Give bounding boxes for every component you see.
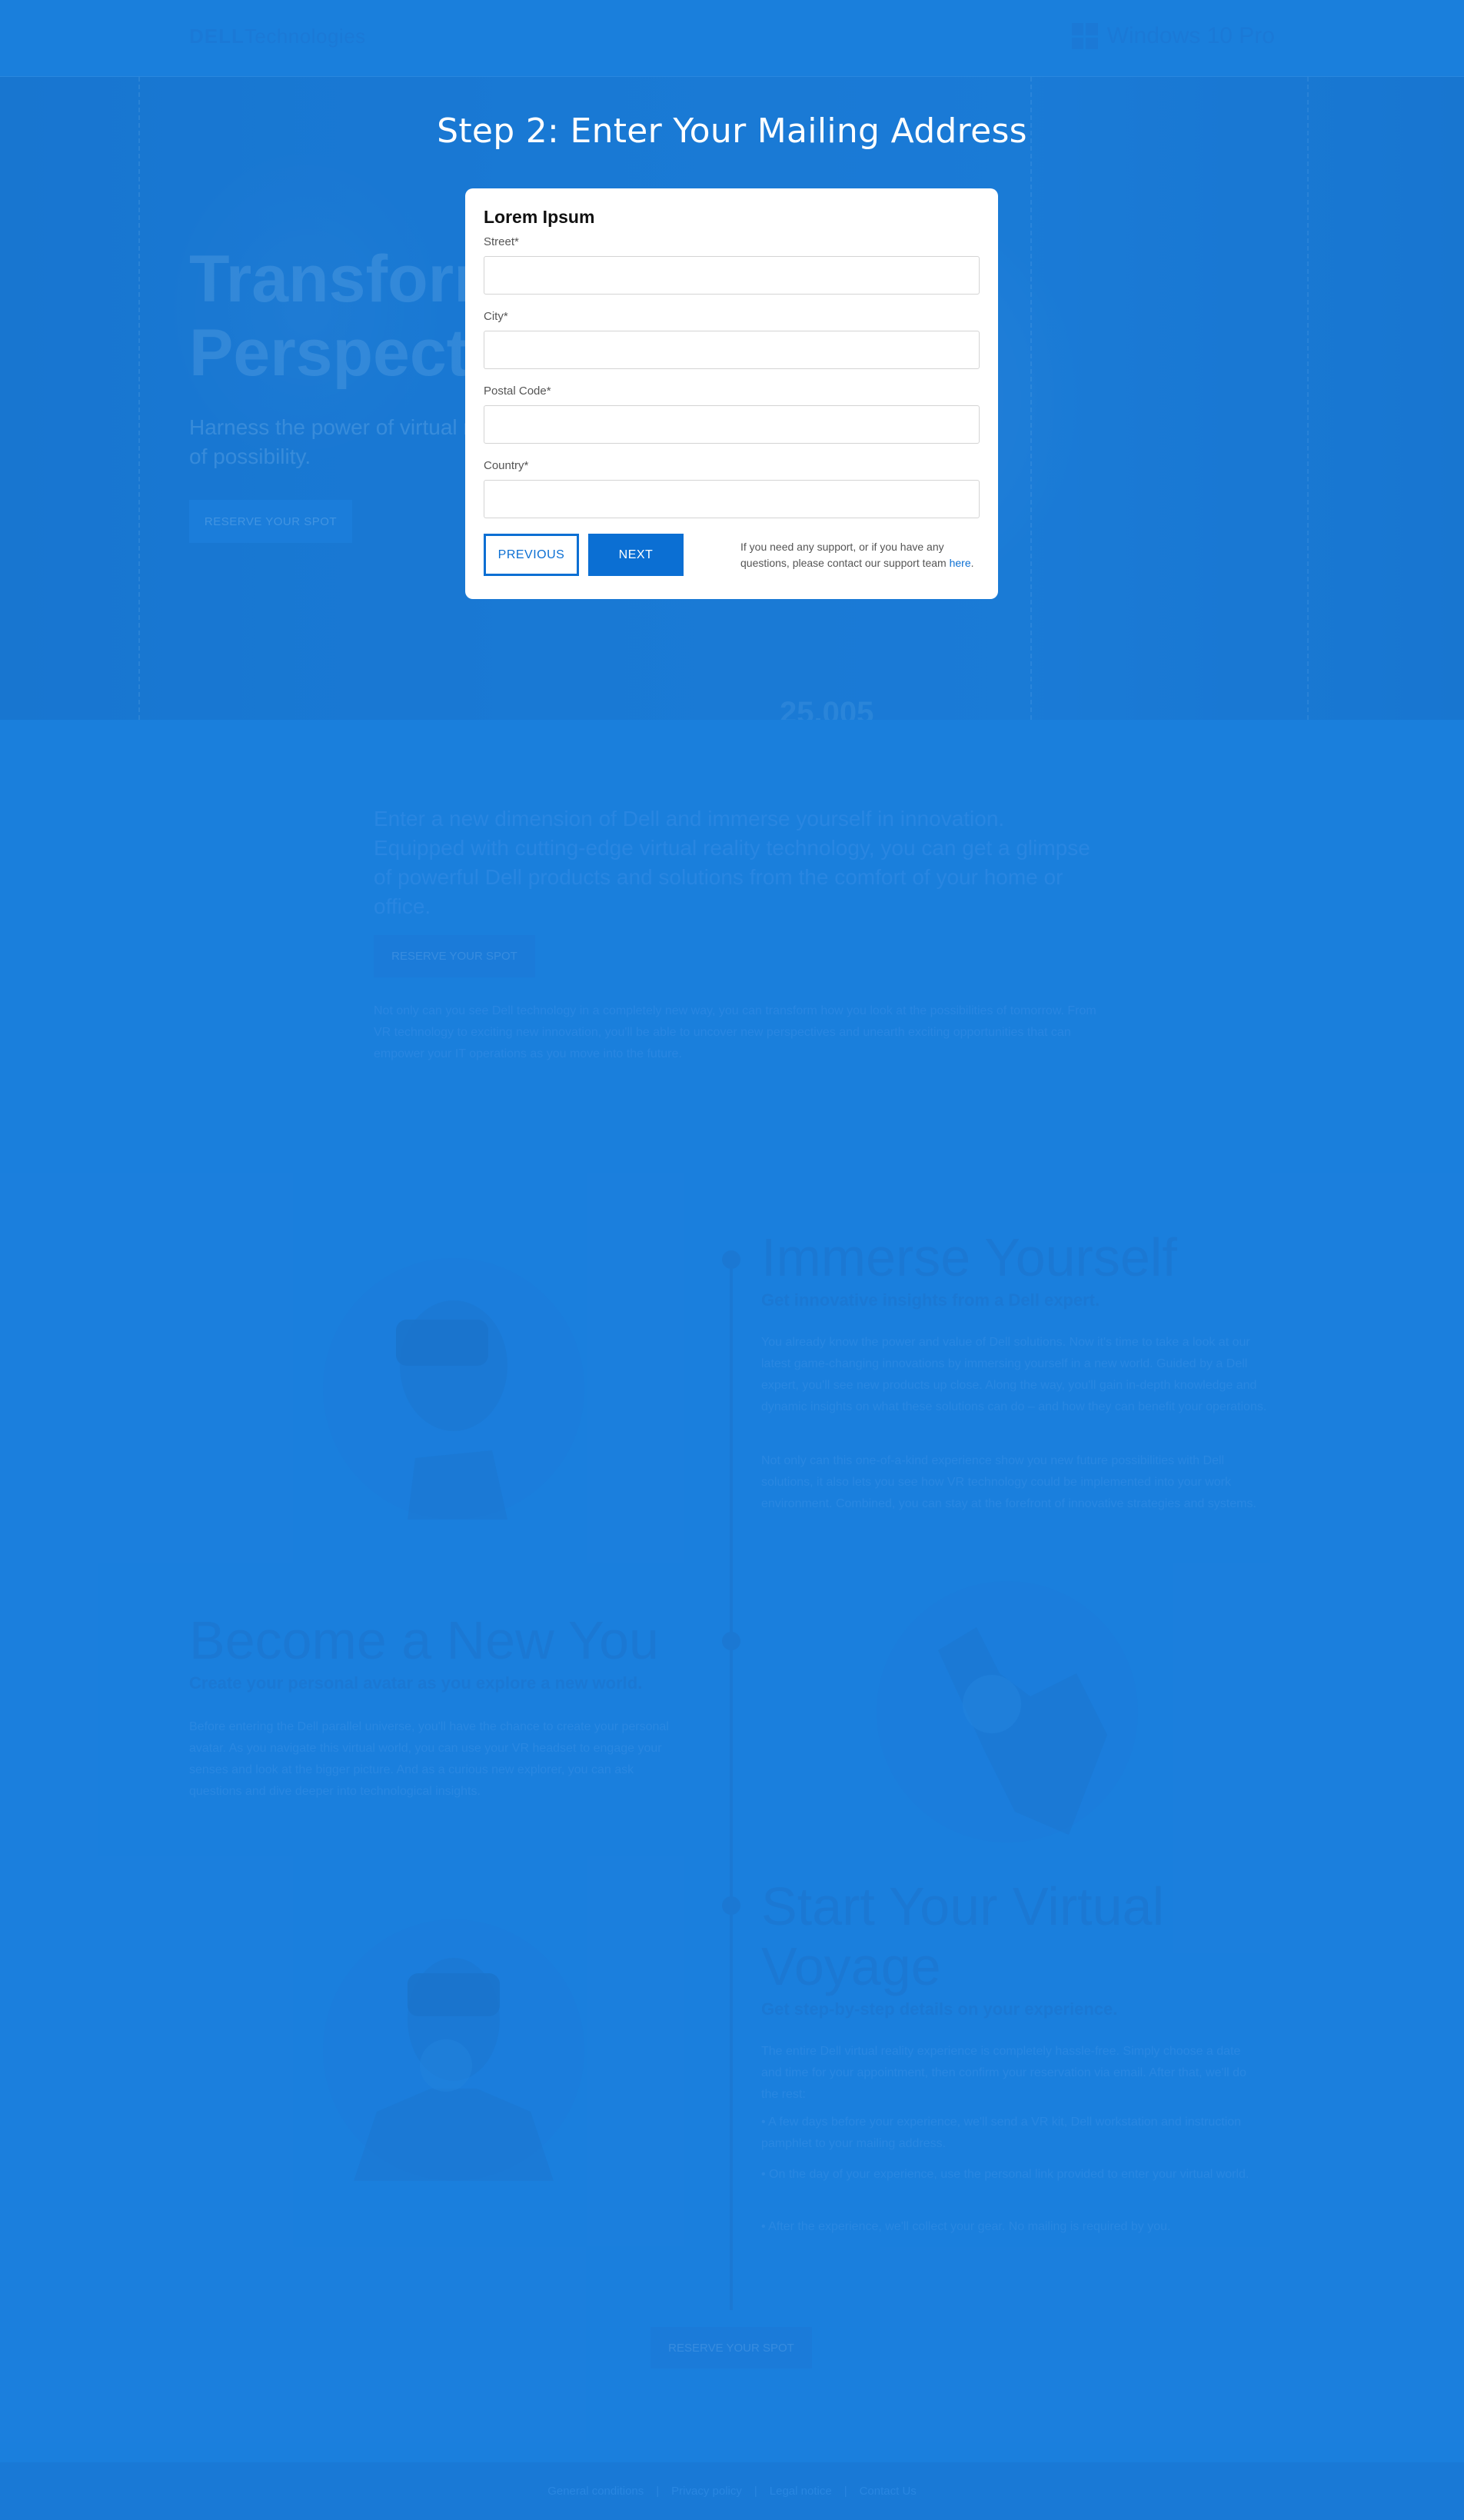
dialog-title: Lorem Ipsum [484,207,595,227]
dell-technologies-logo[interactable]: DELLTechnologies [189,25,366,48]
intro-lead: Enter a new dimension of Dell and immers… [374,807,1090,918]
new-you-paragraph: Before entering the Dell parallel univer… [189,1720,669,1798]
country-label: Country* [484,459,529,472]
new-you-heading: Become a New You [189,1610,659,1670]
next-button[interactable]: NEXT [588,534,684,576]
city-input[interactable] [484,331,980,369]
voyage-heading: Start Your Virtual Voyage [761,1876,1165,1996]
support-text: If you need any support, or if you have … [740,541,950,569]
windows-label: Windows 10 Pro [1106,23,1275,48]
immerse-paragraph-2: Not only can this one-of-a-kind experien… [761,1454,1256,1510]
voyage-bullet-1: • A few days before your experience, we'… [761,2116,1242,2150]
immerse-subheading: Get innovative insights from a Dell expe… [761,1290,1100,1310]
country-input[interactable] [484,480,980,518]
intro-reserve-button[interactable]: RESERVE YOUR SPOT [374,935,535,977]
vr-headset-person-image [323,1258,584,1520]
step-title: Step 2: Enter Your Mailing Address [437,112,1027,151]
voyage-paragraph-1: The entire Dell virtual reality experien… [761,2045,1246,2101]
voyage-bullet-2: • On the day of your experience, use the… [761,2168,1249,2181]
hero-decor-line [1030,77,1032,720]
footer-link-legal-notice[interactable]: Legal notice [770,2485,832,2498]
site-header: DELLTechnologies Windows 10 Pro [0,0,1464,77]
new-you-subheading: Create your personal avatar as you explo… [189,1673,643,1693]
hero-decor-line [138,77,140,720]
vr-hand-image [877,1581,1138,1843]
postal-code-input[interactable] [484,405,980,444]
hero-counter: 25,005 [780,696,874,720]
footer-link-privacy-policy[interactable]: Privacy policy [671,2485,742,2498]
footer-separator: | [754,2485,757,2498]
immerse-heading: Immerse Yourself [761,1227,1177,1287]
site-footer: General conditions | Privacy policy | Le… [0,2462,1464,2520]
mailing-address-dialog: Lorem Ipsum Street* City* Postal Code* C… [465,188,998,599]
windows-icon [1071,23,1098,49]
immerse-paragraph-1: You already know the power and value of … [761,1336,1267,1413]
footer-link-general-conditions[interactable]: General conditions [547,2485,644,2498]
timeline-line [730,1257,733,2310]
hero-decor-line [1307,77,1309,720]
support-note: If you need any support, or if you have … [740,539,980,571]
intro-section: Enter a new dimension of Dell and immers… [0,720,1464,1150]
timeline-reserve-button[interactable]: RESERVE YOUR SPOT [650,2327,812,2369]
intro-text: Not only can you see Dell technology in … [374,1004,1096,1060]
previous-button[interactable]: PREVIOUS [484,534,579,576]
footer-link-contact-us[interactable]: Contact Us [860,2485,917,2498]
timeline-dot [722,1250,740,1269]
street-label: Street* [484,235,519,248]
voyage-bullet-3: • After the experience, we'll collect yo… [761,2220,1171,2233]
timeline-dot [722,1896,740,1915]
street-input[interactable] [484,256,980,295]
hero-reserve-button[interactable]: RESERVE YOUR SPOT [189,500,352,543]
vr-avatar-image [323,1919,584,2181]
city-label: City* [484,310,508,323]
postal-code-label: Postal Code* [484,384,551,398]
windows-10-pro-logo: Windows 10 Pro [1071,23,1275,49]
dialog-buttons: PREVIOUS NEXT [484,534,684,576]
voyage-subheading: Get step-by-step details on your experie… [761,1999,1118,2019]
footer-separator: | [843,2485,847,2498]
support-end: . [970,557,974,569]
timeline-section: Immerse Yourself Get innovative insights… [0,1150,1464,2462]
support-link[interactable]: here [950,557,971,569]
footer-separator: | [656,2485,660,2498]
